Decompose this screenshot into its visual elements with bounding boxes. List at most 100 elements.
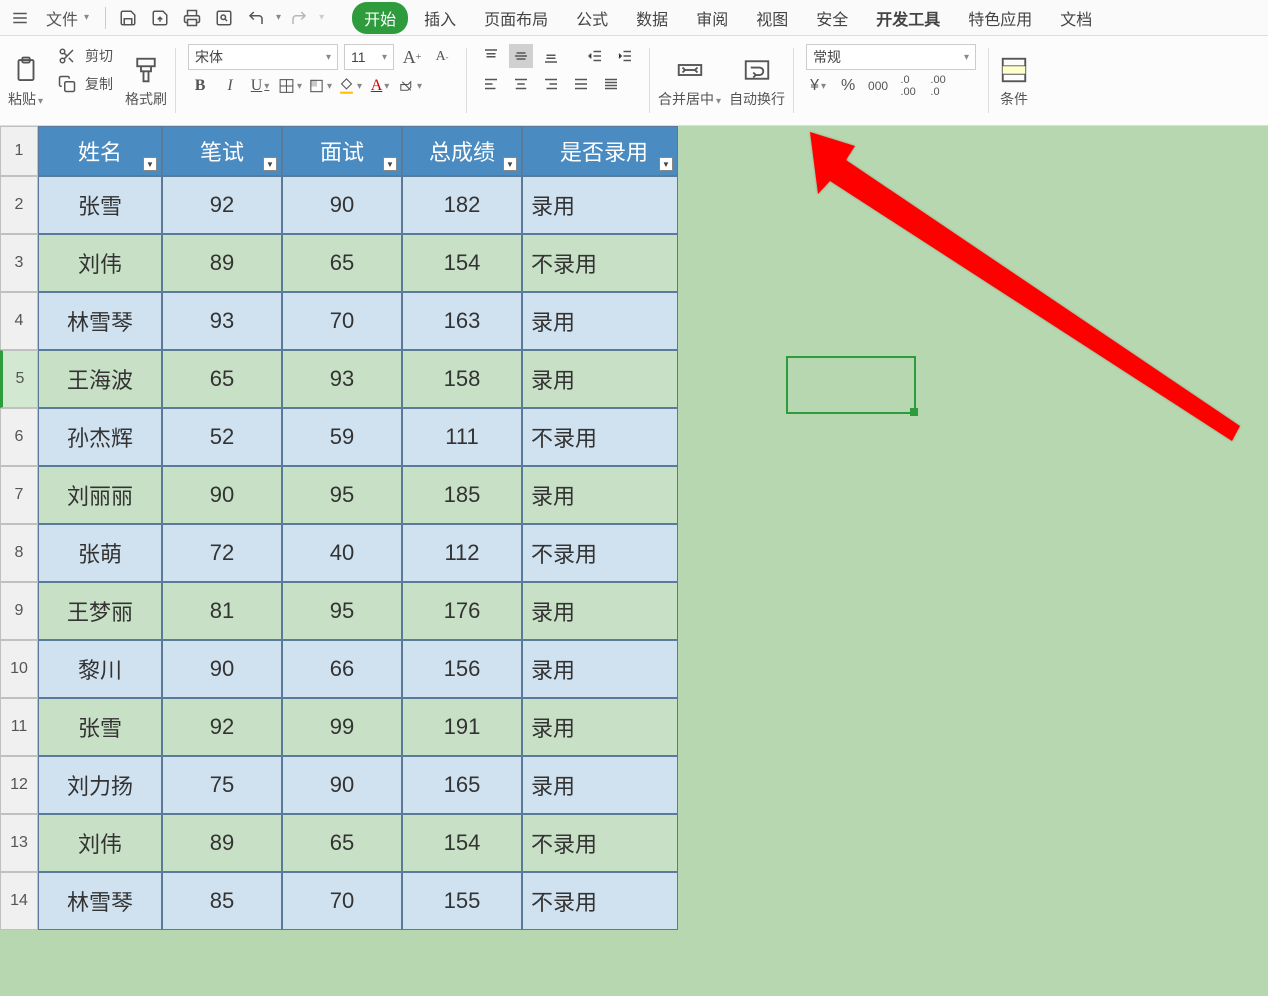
wrap-label[interactable]: 自动换行	[729, 89, 785, 109]
percent-icon[interactable]: %	[836, 74, 860, 98]
print-icon[interactable]	[178, 4, 206, 32]
cell[interactable]: 191	[402, 698, 522, 756]
border-icon[interactable]: ▾	[278, 74, 302, 98]
cell[interactable]: 刘力扬	[38, 756, 162, 814]
cell[interactable]: 录用	[522, 756, 678, 814]
cell[interactable]: 张雪	[38, 176, 162, 234]
font-color-icon[interactable]: A▾	[368, 74, 392, 98]
cell[interactable]: 录用	[522, 582, 678, 640]
row-header[interactable]: 5	[0, 350, 38, 408]
row-header[interactable]: 3	[0, 234, 38, 292]
cell[interactable]: 112	[402, 524, 522, 582]
format-painter-label[interactable]: 格式刷	[125, 89, 167, 109]
cell[interactable]: 154	[402, 814, 522, 872]
font-shrink-icon[interactable]: A-	[430, 45, 454, 69]
cell[interactable]: 99	[282, 698, 402, 756]
cell[interactable]: 185	[402, 466, 522, 524]
increase-decimal-icon[interactable]: .0.00	[896, 74, 920, 98]
column-header[interactable]: 总成绩▼	[402, 126, 522, 176]
cell[interactable]: 111	[402, 408, 522, 466]
row-header[interactable]: 4	[0, 292, 38, 350]
paste-icon[interactable]	[9, 53, 43, 87]
cell[interactable]: 65	[282, 234, 402, 292]
active-cell-selection[interactable]	[786, 356, 916, 414]
cell[interactable]: 林雪琴	[38, 292, 162, 350]
font-size-select[interactable]: 11▾	[344, 44, 394, 70]
cell[interactable]: 录用	[522, 176, 678, 234]
cell[interactable]: 59	[282, 408, 402, 466]
cell[interactable]: 张萌	[38, 524, 162, 582]
cell[interactable]: 92	[162, 176, 282, 234]
conditional-format-icon[interactable]	[997, 53, 1031, 87]
tab-security[interactable]: 安全	[804, 0, 860, 36]
cell[interactable]: 158	[402, 350, 522, 408]
row-header[interactable]: 10	[0, 640, 38, 698]
align-justify-icon[interactable]	[569, 72, 593, 96]
align-right-icon[interactable]	[539, 72, 563, 96]
save-as-icon[interactable]	[146, 4, 174, 32]
row-header[interactable]: 2	[0, 176, 38, 234]
file-menu[interactable]: 文件 ▾	[38, 2, 97, 34]
cell[interactable]: 录用	[522, 466, 678, 524]
hamburger-icon[interactable]	[6, 4, 34, 32]
filter-icon[interactable]: ▼	[659, 157, 673, 171]
italic-icon[interactable]: I	[218, 74, 242, 98]
cell[interactable]: 182	[402, 176, 522, 234]
redo-dropdown[interactable]: ▾	[319, 12, 324, 23]
column-header[interactable]: 姓名▼	[38, 126, 162, 176]
font-grow-icon[interactable]: A+	[400, 45, 424, 69]
cell[interactable]: 66	[282, 640, 402, 698]
column-header[interactable]: 是否录用▼	[522, 126, 678, 176]
tab-page-layout[interactable]: 页面布局	[472, 0, 560, 36]
cell-style-icon[interactable]: ▾	[308, 74, 332, 98]
decrease-indent-icon[interactable]	[583, 44, 607, 68]
filter-icon[interactable]: ▼	[383, 157, 397, 171]
align-center-icon[interactable]	[509, 72, 533, 96]
paste-label[interactable]: 粘贴▾	[8, 89, 43, 109]
cell[interactable]: 张雪	[38, 698, 162, 756]
row-header[interactable]: 1	[0, 126, 38, 176]
cell[interactable]: 95	[282, 582, 402, 640]
cell[interactable]: 93	[282, 350, 402, 408]
cell[interactable]: 录用	[522, 350, 678, 408]
clear-format-icon[interactable]: ▾	[398, 74, 422, 98]
row-header[interactable]: 13	[0, 814, 38, 872]
merge-label[interactable]: 合并居中▾	[658, 89, 721, 109]
cell[interactable]: 不录用	[522, 234, 678, 292]
underline-icon[interactable]: U▾	[248, 74, 272, 98]
cell[interactable]: 89	[162, 814, 282, 872]
tab-start[interactable]: 开始	[352, 2, 408, 34]
cell[interactable]: 不录用	[522, 814, 678, 872]
number-format-select[interactable]: 常规▾	[806, 44, 976, 70]
format-painter-icon[interactable]	[129, 53, 163, 87]
cell[interactable]: 155	[402, 872, 522, 930]
cell[interactable]: 不录用	[522, 524, 678, 582]
cell[interactable]: 52	[162, 408, 282, 466]
cell[interactable]: 89	[162, 234, 282, 292]
font-name-select[interactable]: 宋体▾	[188, 44, 338, 70]
cell[interactable]: 录用	[522, 640, 678, 698]
merge-icon[interactable]	[673, 53, 707, 87]
cell[interactable]: 81	[162, 582, 282, 640]
cell[interactable]: 不录用	[522, 408, 678, 466]
column-header[interactable]: 面试▼	[282, 126, 402, 176]
cell[interactable]: 黎川	[38, 640, 162, 698]
distribute-icon[interactable]	[599, 72, 623, 96]
cell[interactable]: 93	[162, 292, 282, 350]
cell[interactable]: 85	[162, 872, 282, 930]
cell[interactable]: 90	[282, 176, 402, 234]
tab-data[interactable]: 数据	[624, 0, 680, 36]
copy-button[interactable]: 复制	[55, 72, 113, 96]
row-header[interactable]: 7	[0, 466, 38, 524]
cell[interactable]: 70	[282, 872, 402, 930]
cell[interactable]: 刘伟	[38, 814, 162, 872]
align-left-icon[interactable]	[479, 72, 503, 96]
cell[interactable]: 40	[282, 524, 402, 582]
cell[interactable]: 165	[402, 756, 522, 814]
cell[interactable]: 90	[162, 466, 282, 524]
cell[interactable]: 王梦丽	[38, 582, 162, 640]
cell[interactable]: 录用	[522, 698, 678, 756]
conditional-label[interactable]: 条件	[1000, 89, 1028, 109]
cell[interactable]: 156	[402, 640, 522, 698]
cell[interactable]: 林雪琴	[38, 872, 162, 930]
